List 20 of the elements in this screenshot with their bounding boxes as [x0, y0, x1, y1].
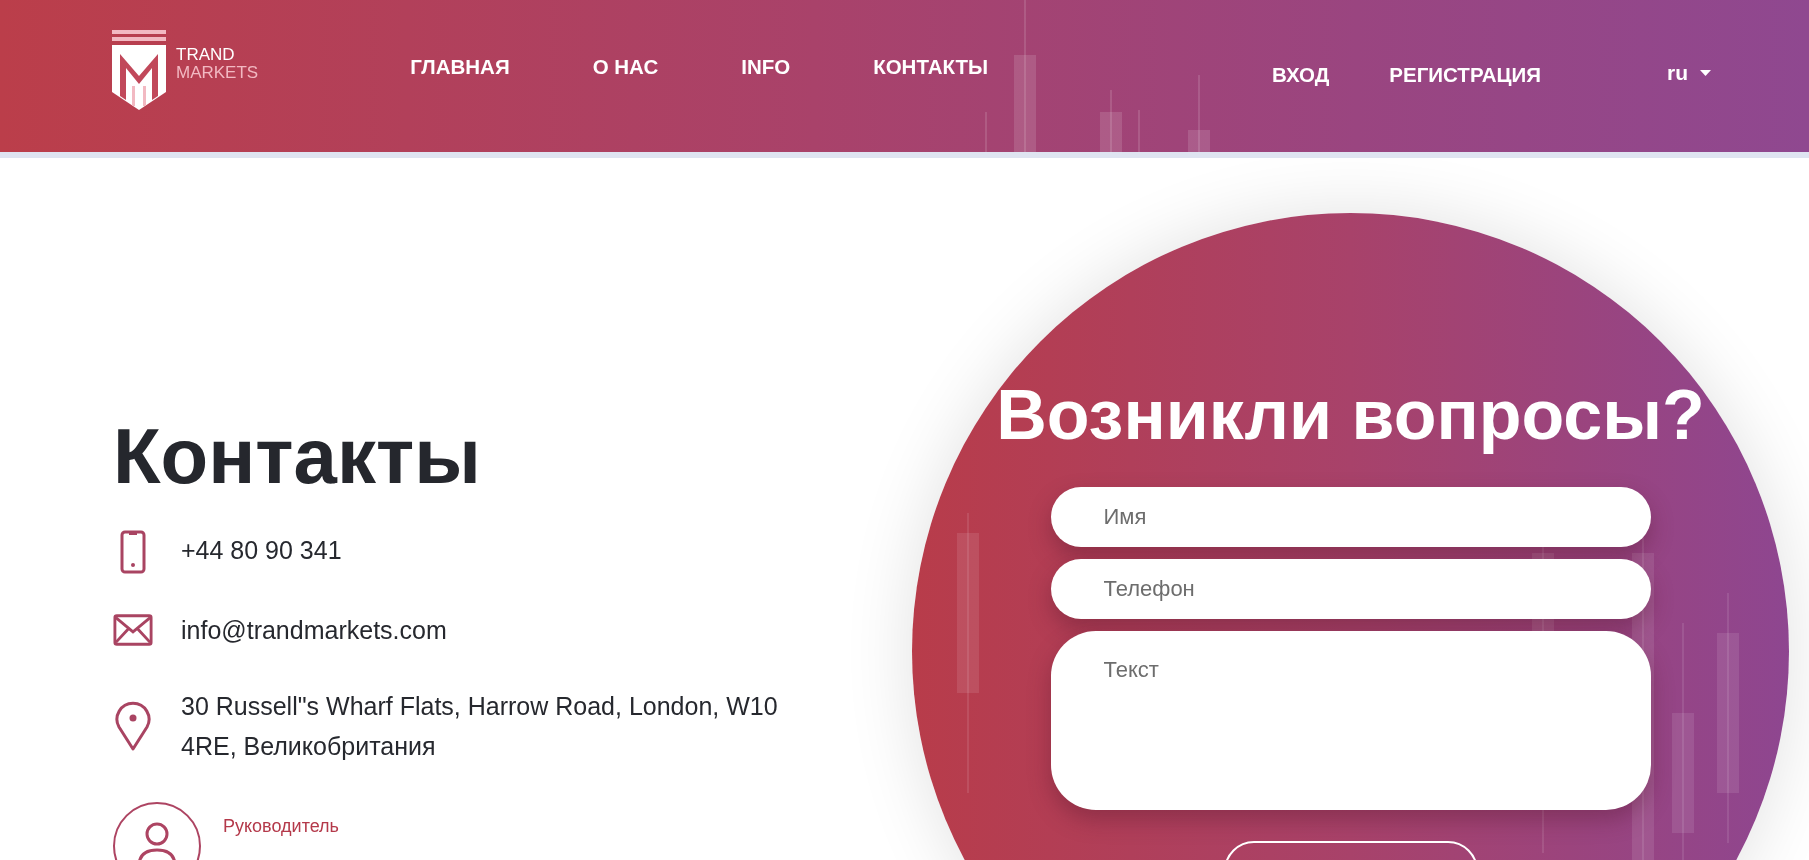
- page-title: Контакты: [113, 416, 482, 496]
- location-pin-icon: [114, 700, 152, 752]
- auth-link[interactable]: РЕГИСТРАЦИЯ: [1389, 63, 1541, 87]
- contact-text: info@trandmarkets.com: [181, 615, 447, 646]
- nav-link[interactable]: ГЛАВНАЯ: [410, 55, 510, 79]
- contact-text: 30 Russell"s Wharf Flats, Harrow Road, London, W10 4RE, Великобритания: [181, 691, 779, 762]
- language-selector[interactable]: ru: [1667, 61, 1711, 85]
- logo-text: MARKETS: [176, 64, 259, 82]
- auth-link[interactable]: ВХОД: [1271, 63, 1330, 87]
- caret-icon: [1700, 70, 1711, 76]
- form-title: Возникли вопросы?: [996, 375, 1705, 456]
- logo-text: TRAND: [176, 46, 236, 64]
- nav-link[interactable]: КОНТАКТЫ: [873, 55, 989, 79]
- nav-link[interactable]: О НАС: [592, 55, 659, 79]
- manager-role: Руководитель: [223, 816, 339, 837]
- shield-logo-icon: [110, 30, 168, 112]
- envelope-icon: [113, 613, 153, 647]
- nav-link[interactable]: INFO: [741, 55, 791, 79]
- phone-icon: [120, 530, 146, 574]
- contact-text: +44 80 90 341: [181, 535, 342, 566]
